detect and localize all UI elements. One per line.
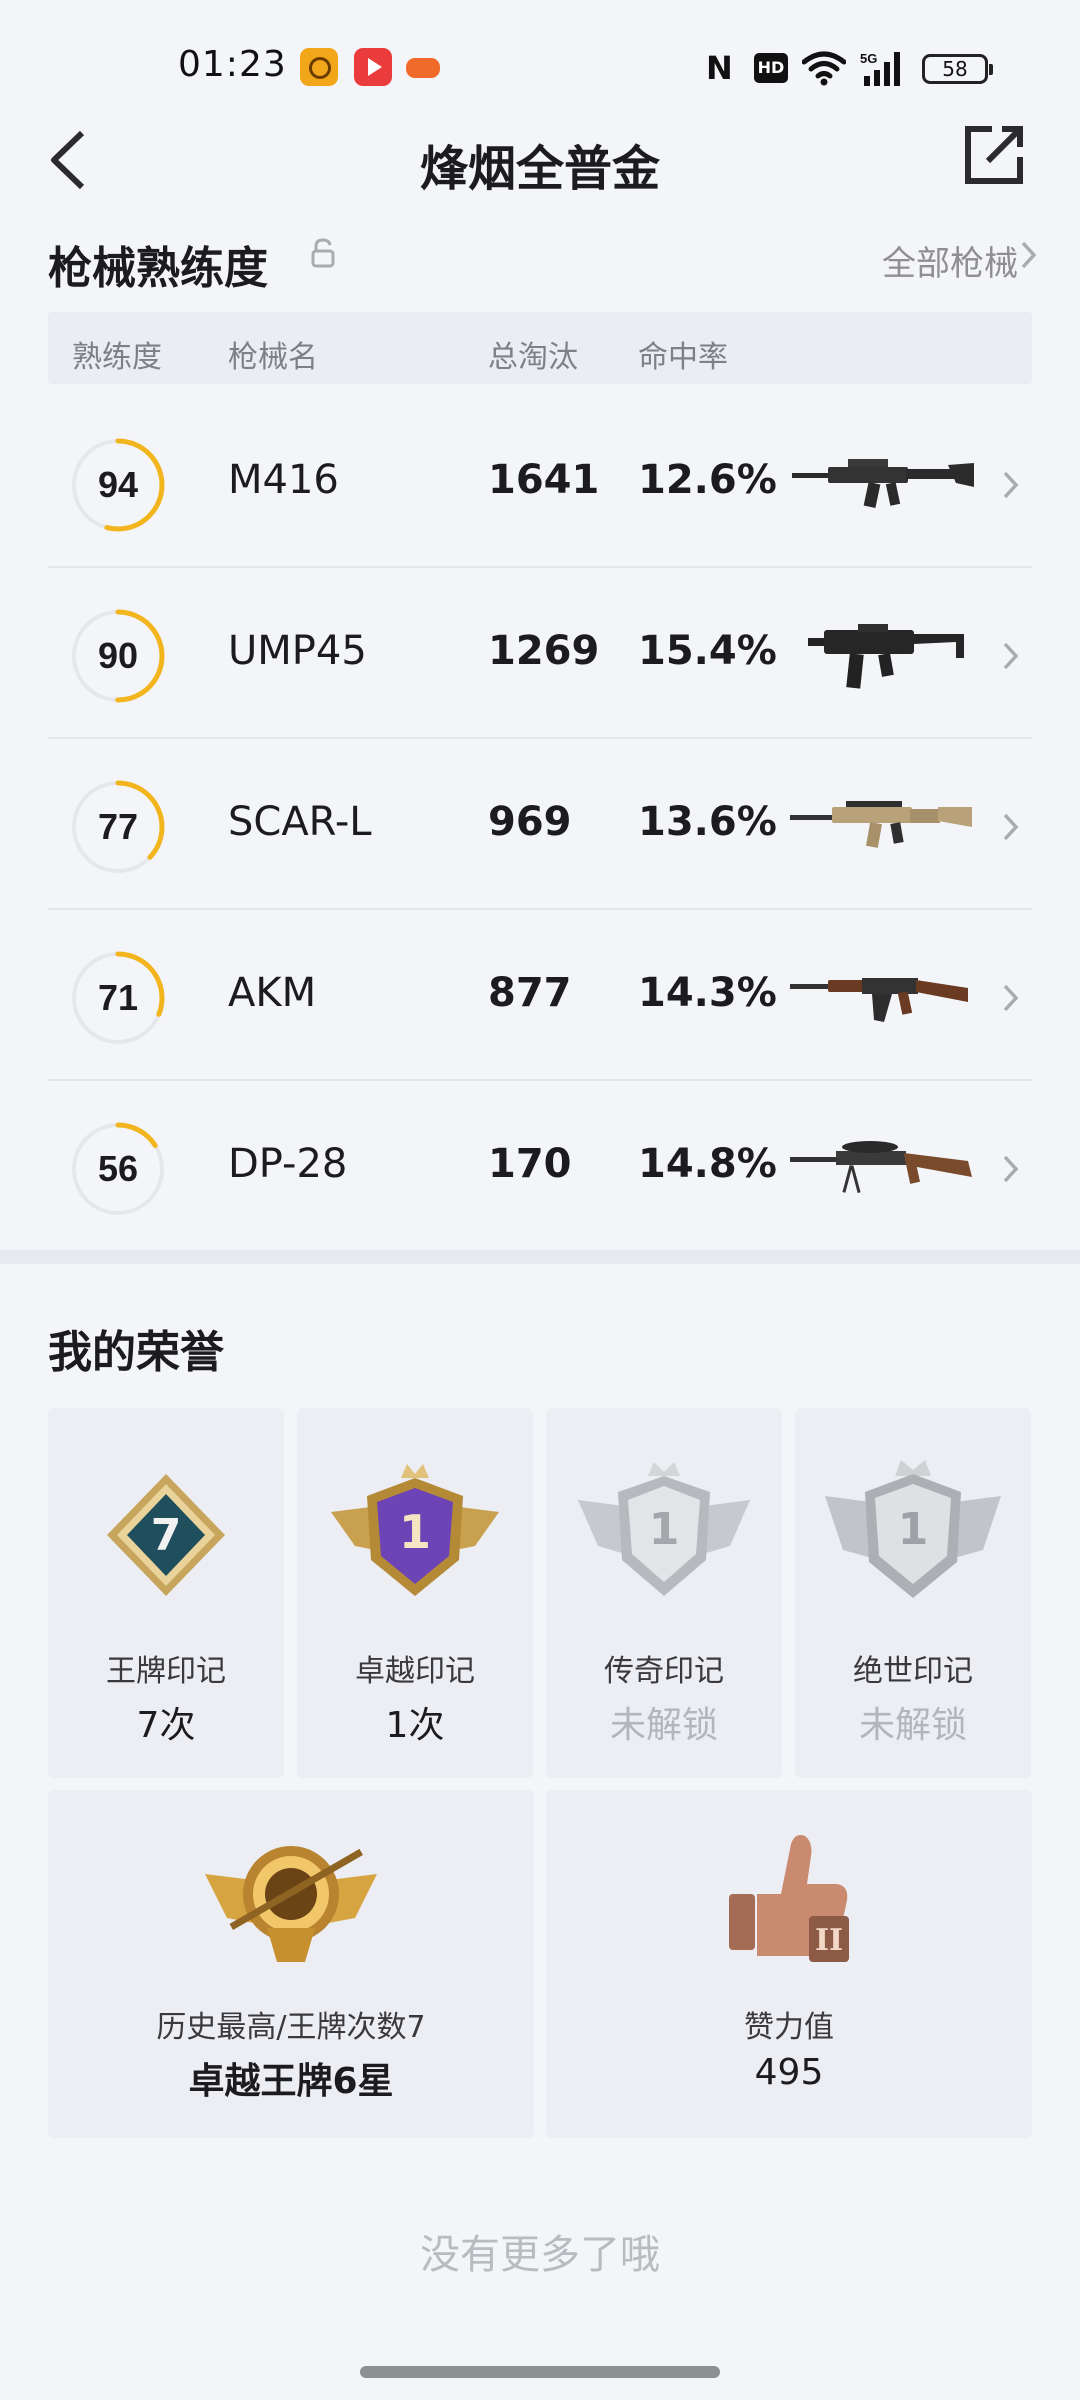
honor-label: 王牌印记 [106,1654,226,1689]
svg-text:5G: 5G [860,51,877,66]
weapon-row[interactable]: 94 M416 1641 12.6% [48,397,1032,568]
thumbs-up-trophy-icon: II [729,1835,849,1962]
weapon-name: M416 [228,457,339,503]
app-notification-icon [300,48,338,86]
likes-label: 赞力值 [744,2010,834,2045]
scar-l-rifle-icon [790,801,972,848]
akm-rifle-icon [790,978,968,1022]
weapon-row[interactable]: 71 AKM 877 14.3% [48,910,1032,1081]
mastery-level: 56 [97,1148,139,1189]
home-indicator-bar[interactable] [360,2366,720,2378]
chevron-right-icon[interactable] [1002,469,1020,501]
weapon-table-header: 熟练度 枪械名 总淘汰 命中率 [48,312,1032,384]
column-header-kills: 总淘汰 [488,340,578,375]
history-best-value: 卓越王牌6星 [188,2061,394,2102]
battery-icon: 58 [922,54,993,84]
game-app-notification-icon [404,48,444,86]
kill-count: 1641 [488,457,600,503]
honor-value: 未解锁 [609,1705,718,1746]
hd-voice-icon: HD [754,53,788,83]
honor-card-peerless-mark[interactable]: 1 绝世印记 未解锁 [795,1408,1031,1778]
honors-title: 我的荣誉 [48,1327,224,1378]
honor-value: 未解锁 [858,1705,967,1746]
honor-label: 绝世印记 [853,1654,973,1689]
status-bar: 01:23 N HD 5G 58 [0,0,1080,130]
excellence-mark-badge-icon: 1 [331,1464,499,1596]
likes-value: 495 [754,2052,824,2093]
wifi-icon [802,51,846,86]
hit-rate: 12.6% [638,457,777,503]
column-header-hit-rate: 命中率 [638,340,728,375]
no-more-content-text: 没有更多了哦 [420,2232,660,2278]
legend-mark-badge-icon: 1 [578,1462,750,1596]
history-best-label: 历史最高/王牌次数7 [156,2010,426,2045]
honor-card-likes[interactable]: II 赞力值 495 [546,1790,1032,2138]
svg-text:1: 1 [898,1504,929,1555]
svg-text:II: II [815,1923,843,1958]
honor-label: 传奇印记 [604,1654,724,1689]
ump45-smg-icon [808,624,964,689]
weapon-name: AKM [228,970,317,1016]
honor-value: 7次 [136,1705,196,1746]
status-time: 01:23 [178,44,287,85]
mastery-level: 71 [97,977,139,1018]
mastery-level: 94 [97,464,139,505]
m416-rifle-icon [792,459,974,508]
nfc-icon: N [706,49,733,87]
chevron-right-icon[interactable] [1020,238,1038,272]
lock-icon[interactable] [310,238,336,268]
video-app-notification-icon [354,48,392,86]
svg-text:1: 1 [399,1505,431,1559]
chevron-right-icon[interactable] [1002,982,1020,1014]
weapon-mastery-title: 枪械熟练度 [48,243,268,294]
weapon-row[interactable]: 56 DP-28 170 14.8% [48,1081,1032,1252]
hit-rate: 14.3% [638,970,777,1016]
kill-count: 969 [488,799,572,845]
column-header-weapon-name: 枪械名 [228,340,318,375]
weapon-row[interactable]: 77 SCAR-L 969 13.6% [48,739,1032,910]
weapon-name: UMP45 [228,628,367,674]
weapon-name: SCAR-L [228,799,372,845]
honor-card-legend-mark[interactable]: 1 传奇印记 未解锁 [546,1408,782,1778]
svg-text:1: 1 [649,1504,680,1555]
svg-text:7: 7 [151,1510,182,1561]
honor-value: 1次 [385,1705,445,1746]
column-header-mastery: 熟练度 [72,340,162,375]
peerless-mark-badge-icon: 1 [825,1460,1001,1598]
honor-card-history-best[interactable]: 历史最高/王牌次数7 卓越王牌6星 [48,1790,534,2138]
kill-count: 877 [488,970,572,1016]
top-nav: 烽烟全普金 [0,115,1080,205]
chevron-right-icon[interactable] [1002,640,1020,672]
all-weapons-link[interactable]: 全部枪械 [882,236,1018,285]
mastery-level: 90 [97,635,139,676]
weapon-row[interactable]: 90 UMP45 1269 15.4% [48,568,1032,739]
hit-rate: 15.4% [638,628,777,674]
dp28-lmg-icon [790,1141,972,1194]
weapon-name: DP-28 [228,1141,348,1187]
hit-rate: 14.8% [638,1141,777,1187]
section-divider [0,1250,1080,1264]
kill-count: 1269 [488,628,600,674]
mastery-level: 77 [97,806,139,847]
honor-card-excellence-mark[interactable]: 1 卓越印记 1次 [297,1408,533,1778]
page-title: 烽烟全普金 [419,141,660,197]
honor-card-ace-mark[interactable]: 7 王牌印记 7次 [48,1408,284,1778]
hit-rate: 13.6% [638,799,777,845]
chevron-right-icon[interactable] [1002,1153,1020,1185]
chevron-right-icon[interactable] [1002,811,1020,843]
ace-mark-badge-icon: 7 [107,1474,225,1596]
share-external-icon[interactable] [962,123,1026,187]
ace-rank-emblem-icon [205,1846,377,1962]
honor-label: 卓越印记 [355,1654,475,1689]
signal-5g-icon: 5G [860,51,900,86]
kill-count: 170 [488,1141,572,1187]
